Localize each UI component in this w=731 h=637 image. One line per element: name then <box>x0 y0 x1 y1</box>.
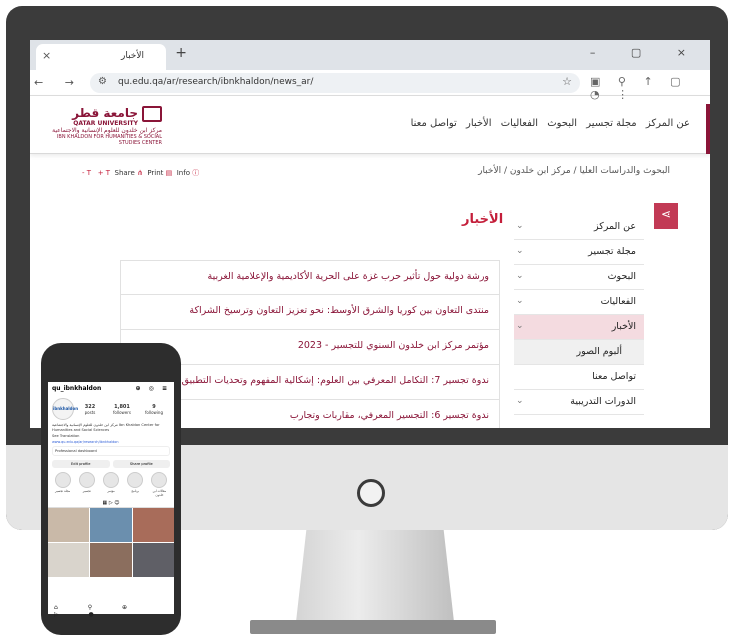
highlight[interactable]: تجسير <box>76 471 97 497</box>
info-button[interactable]: Info <box>177 169 190 177</box>
share-icon[interactable]: ⋖ <box>654 203 678 229</box>
font-increase-button[interactable]: + T <box>98 169 110 177</box>
chevron-down-icon[interactable]: ⌄ <box>516 321 524 331</box>
post-thumbnail[interactable] <box>90 507 132 542</box>
page-title: الأخبار <box>462 212 504 227</box>
share-profile-button[interactable]: Share profile <box>112 459 170 468</box>
profile-stats-row: ibnkhaldon 322 posts 1,801 followers 9 foll… <box>48 396 174 422</box>
sidebar-item-contact[interactable]: تواصل معنا <box>514 365 644 390</box>
print-button[interactable]: Print <box>147 169 163 177</box>
qu-emblem-icon <box>142 106 162 122</box>
highlight[interactable]: مقالات ابن خلدون <box>149 471 170 497</box>
site-header: جامعة قطر QATAR UNIVERSITY مركز ابن خلدو… <box>30 96 710 154</box>
instagram-top-icons[interactable]: ⊕ ◎ ≡ <box>136 385 170 392</box>
instagram-header: qu_ibnkhaldon ⊕ ◎ ≡ <box>48 382 174 396</box>
sidebar-label: عن المركز <box>594 221 636 232</box>
chevron-down-icon[interactable]: ⌄ <box>516 396 524 406</box>
news-item[interactable]: ورشة دولية حول تأثير حرب غزة على الحرية … <box>120 260 500 295</box>
sidebar-item-photo-album[interactable]: ألبوم الصور <box>514 340 644 365</box>
logo-center-en: IBN KHALDON FOR HUMANITIES & SOCIAL STUD… <box>56 134 162 146</box>
sidebar-label: ألبوم الصور <box>576 346 622 357</box>
sidebar-item-research[interactable]: البحوث ⌄ <box>514 265 644 290</box>
sidebar-label: تواصل معنا <box>592 371 636 382</box>
highlight[interactable]: برنامج <box>125 471 146 497</box>
chevron-down-icon[interactable]: ⌄ <box>516 246 524 256</box>
professional-dashboard[interactable]: Professional dashboard <box>52 445 170 456</box>
post-thumbnail[interactable] <box>90 542 132 577</box>
instagram-bottom-bar[interactable]: ⌂ ⚲ ⊕ ▷ ● <box>48 602 174 618</box>
logo-arabic: جامعة قطر <box>72 106 138 120</box>
sidebar-label: الأخبار <box>611 321 636 332</box>
sidebar-label: البحوث <box>607 271 636 282</box>
profile-bio: مركز ابن خلدون للعلوم الإنسانية والاجتما… <box>52 423 160 432</box>
profile-buttons: Edit profile Share profile <box>48 458 174 470</box>
monitor-stand-neck <box>295 524 455 630</box>
phone-screen: qu_ibnkhaldon ⊕ ◎ ≡ ibnkhaldon 322 posts … <box>48 382 174 602</box>
nav-research[interactable]: البحوث <box>547 118 577 129</box>
post-thumbnail[interactable] <box>132 542 174 577</box>
print-icon: ▤ <box>165 169 173 177</box>
info-icon: ⓘ <box>192 169 200 177</box>
avatar[interactable]: ibnkhaldon <box>52 398 78 420</box>
font-decrease-button[interactable]: - T <box>82 169 91 177</box>
edit-profile-button[interactable]: Edit profile <box>52 459 110 468</box>
main-nav: عن المركز مجلة تجسير البحوث الفعاليات ال… <box>405 118 690 129</box>
post-thumbnail[interactable] <box>48 542 90 577</box>
instagram-username[interactable]: qu_ibnkhaldon <box>52 385 101 392</box>
post-thumbnail[interactable] <box>48 507 90 542</box>
sidebar-label: الفعاليات <box>600 296 636 307</box>
sidebar-menu: عن المركز ⌄ مجلة تجسير ⌄ البحوث ⌄ الفعاليات… <box>514 215 644 415</box>
following-count[interactable]: 9 following <box>138 404 170 415</box>
chevron-down-icon[interactable]: ⌄ <box>516 296 524 306</box>
logo-center-ar: مركز ابن خلدون للعلوم الإنسانية والاجتما… <box>52 127 162 134</box>
see-translation-link[interactable]: See Translation <box>48 433 174 440</box>
nav-journal[interactable]: مجلة تجسير <box>586 118 636 129</box>
monitor-logo-button <box>357 479 385 507</box>
logo-english: QATAR UNIVERSITY <box>73 120 138 127</box>
share-small-icon: ⋔ <box>136 169 143 177</box>
highlight[interactable]: مؤتمر <box>100 471 121 497</box>
post-grid <box>48 507 174 577</box>
sidebar-item-courses[interactable]: الدورات التدريبية ⌄ <box>514 390 644 415</box>
chevron-down-icon[interactable]: ⌄ <box>516 271 524 281</box>
sidebar-label: مجلة تجسير <box>588 246 636 257</box>
monitor-stand-base <box>250 620 496 634</box>
page-tools: - T + T Share ⋔ Print ▤ Info ⓘ <box>82 168 199 178</box>
nav-events[interactable]: الفعاليات <box>501 118 538 129</box>
breadcrumb[interactable]: البحوث والدراسات العليا / مركز ابن خلدون… <box>478 166 670 176</box>
highlight[interactable]: مجلة تجسير <box>52 471 73 497</box>
nav-accent-bar <box>706 104 710 154</box>
sidebar-item-about[interactable]: عن المركز ⌄ <box>514 215 644 240</box>
qu-logo[interactable]: جامعة قطر QATAR UNIVERSITY مركز ابن خلدو… <box>36 106 162 150</box>
nav-news[interactable]: الأخبار <box>466 118 492 129</box>
sidebar-item-events[interactable]: الفعاليات ⌄ <box>514 290 644 315</box>
profile-link[interactable]: www.qu.edu.qa/ar/research/ibnkhaldon <box>48 440 174 444</box>
sidebar-item-journal[interactable]: مجلة تجسير ⌄ <box>514 240 644 265</box>
followers-count[interactable]: 1,801 followers <box>106 404 138 415</box>
nav-contact[interactable]: تواصل معنا <box>411 118 457 129</box>
story-highlights: مجلة تجسير تجسير مؤتمر برنامج مقالات ابن… <box>48 470 174 499</box>
sidebar-item-news[interactable]: الأخبار ⌄ <box>514 315 644 340</box>
sidebar-label: الدورات التدريبية <box>570 396 636 407</box>
nav-about[interactable]: عن المركز <box>646 118 690 129</box>
news-item[interactable]: منتدى التعاون بين كوريا والشرق الأوسط: ن… <box>120 295 500 330</box>
posts-count[interactable]: 322 posts <box>74 404 106 415</box>
profile-tabs[interactable]: ▦ ▷ ☺ <box>48 499 174 508</box>
post-thumbnail[interactable] <box>132 507 174 542</box>
share-button[interactable]: Share <box>115 169 135 177</box>
chevron-down-icon[interactable]: ⌄ <box>516 221 524 231</box>
